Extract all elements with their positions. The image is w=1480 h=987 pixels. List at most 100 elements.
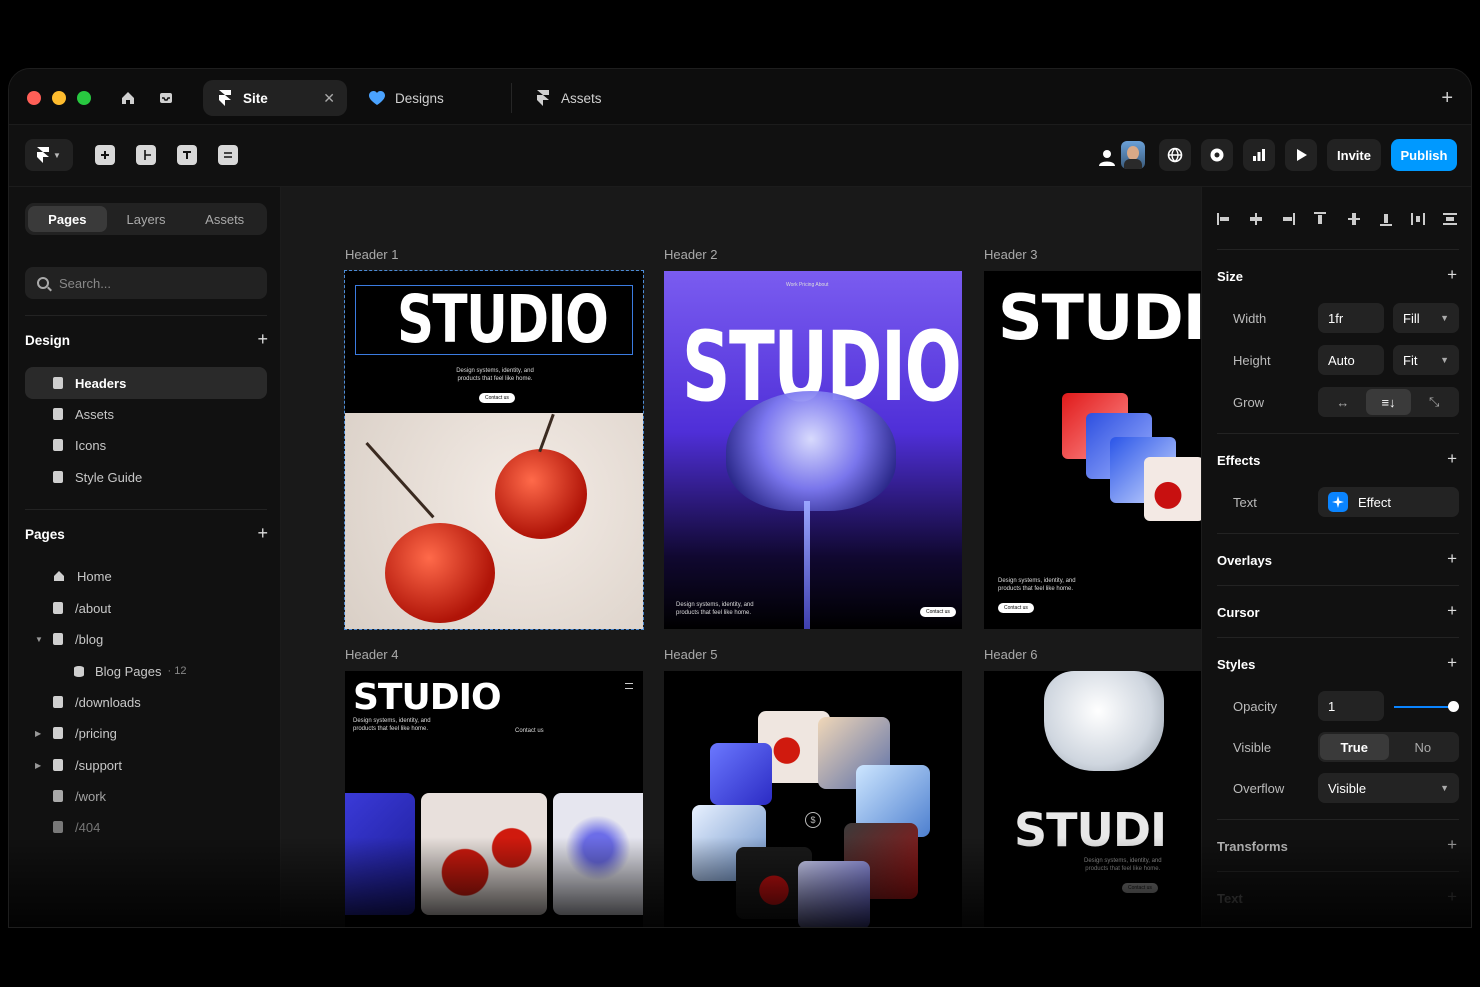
inbox-icon[interactable] [155, 87, 177, 109]
align-left-icon[interactable] [1216, 211, 1232, 227]
publish-button[interactable]: Publish [1391, 139, 1457, 171]
size-add-plus-icon[interactable]: + [1447, 265, 1457, 285]
sidebar-item-pricing[interactable]: ▶ /pricing [25, 717, 267, 749]
sidebar-item-support[interactable]: ▶ /support [25, 749, 267, 781]
text-add-plus-icon[interactable]: + [1447, 887, 1457, 907]
styles-add-plus-icon[interactable]: + [1447, 653, 1457, 673]
sidebar-item-downloads[interactable]: /downloads [25, 686, 267, 718]
sidebar-item-icons[interactable]: Icons [25, 429, 267, 461]
grow-both-icon[interactable]: ⤡ [1411, 389, 1457, 415]
width-input[interactable]: 1fr [1318, 303, 1384, 333]
overflow-select[interactable]: Visible ▼ [1318, 773, 1459, 803]
segment-pages[interactable]: Pages [28, 206, 107, 232]
user-icon[interactable] [1097, 147, 1117, 170]
grow-vertical-icon[interactable]: ≡↓ [1365, 389, 1412, 415]
opacity-slider-handle[interactable] [1448, 701, 1459, 712]
frame-header-6[interactable]: STUDI Design systems, identity, and produ… [984, 671, 1201, 927]
sidebar-item-blog-pages[interactable]: Blog Pages · 12 [25, 655, 267, 687]
frame-label[interactable]: Header 6 [984, 647, 1037, 662]
cms-database-icon[interactable] [218, 145, 238, 165]
item-label: /about [75, 600, 112, 616]
visible-no-option[interactable]: No [1389, 734, 1458, 760]
preview-settings-icon[interactable] [1201, 139, 1233, 171]
sidebar-item-style-guide[interactable]: Style Guide [25, 461, 267, 493]
tab-assets[interactable]: Assets [521, 80, 671, 116]
visible-true-option[interactable]: True [1320, 734, 1389, 760]
align-right-icon[interactable] [1280, 211, 1296, 227]
search-input[interactable]: Search... [25, 267, 267, 299]
caret-right-icon[interactable]: ▶ [35, 729, 41, 738]
frame-header-3[interactable]: STUDI Design systems, identity, and produ… [984, 271, 1201, 629]
invite-button[interactable]: Invite [1327, 139, 1381, 171]
home-icon[interactable] [117, 87, 139, 109]
frame-label[interactable]: Header 1 [345, 247, 398, 262]
page-icon [53, 471, 63, 483]
frame-label[interactable]: Header 5 [664, 647, 717, 662]
align-bottom-icon[interactable] [1378, 211, 1394, 227]
sidebar-item-headers[interactable]: Headers [25, 367, 267, 399]
globe-icon[interactable] [1159, 139, 1191, 171]
divider [25, 315, 267, 316]
divider [25, 509, 267, 510]
design-canvas[interactable]: Header 1 Header 2 Header 3 STUDIO Design… [281, 187, 1201, 927]
segment-assets[interactable]: Assets [185, 206, 264, 232]
insert-plus-icon[interactable] [95, 145, 115, 165]
grow-horizontal-icon[interactable]: ↔ [1320, 389, 1366, 415]
chevron-down-icon: ▼ [1440, 313, 1449, 323]
frame-header-4[interactable]: STUDIO Design systems, identity, and prod… [345, 671, 643, 927]
frame-label[interactable]: Header 3 [984, 247, 1037, 262]
frame-label[interactable]: Header 2 [664, 247, 717, 262]
sidebar-item-work[interactable]: /work [25, 780, 267, 812]
sidebar-item-blog[interactable]: ▼ /blog [25, 623, 267, 655]
minimize-window-button[interactable] [52, 91, 66, 105]
tab-designs[interactable]: Designs [355, 80, 505, 116]
align-center-v-icon[interactable] [1346, 211, 1362, 227]
avatar[interactable] [1121, 141, 1145, 169]
opacity-input[interactable]: 1 [1318, 691, 1384, 721]
text-section-title: Text [1217, 891, 1243, 906]
overlays-add-plus-icon[interactable]: + [1447, 549, 1457, 569]
analytics-chart-icon[interactable] [1243, 139, 1275, 171]
effect-select[interactable]: Effect [1318, 487, 1459, 517]
sidebar-item-404[interactable]: /404 [25, 811, 267, 843]
width-mode-select[interactable]: Fill ▼ [1393, 303, 1459, 333]
contact-button: Contact us [479, 393, 515, 403]
frame-header-5[interactable]: $ [664, 671, 962, 927]
distribute-horizontal-icon[interactable] [1410, 211, 1426, 227]
height-mode-select[interactable]: Fit ▼ [1393, 345, 1459, 375]
close-window-button[interactable] [27, 91, 41, 105]
cursor-add-plus-icon[interactable]: + [1447, 601, 1457, 621]
transforms-add-plus-icon[interactable]: + [1447, 835, 1457, 855]
close-tab-icon[interactable]: ✕ [323, 90, 335, 107]
tagline: Design systems, identity, and products th… [676, 602, 754, 616]
align-top-icon[interactable] [1312, 211, 1328, 227]
align-center-h-icon[interactable] [1248, 211, 1264, 227]
item-label: /404 [75, 819, 101, 835]
frame-header-2[interactable]: Work Pricing About STUDIO Design systems… [664, 271, 962, 629]
sidebar-item-home[interactable]: Home [25, 560, 267, 592]
home-icon [54, 571, 64, 581]
maximize-window-button[interactable] [77, 91, 91, 105]
caret-down-icon[interactable]: ▼ [35, 635, 43, 644]
segment-layers[interactable]: Layers [107, 206, 186, 232]
add-page-plus-icon[interactable]: + [257, 523, 268, 544]
new-tab-plus-icon[interactable]: + [1441, 87, 1453, 110]
effects-add-plus-icon[interactable]: + [1447, 449, 1457, 469]
text-tool-icon[interactable] [177, 145, 197, 165]
sidebar-item-assets[interactable]: Assets [25, 398, 267, 430]
distribute-vertical-icon[interactable] [1442, 211, 1458, 227]
add-design-page-plus-icon[interactable]: + [257, 329, 268, 350]
divider [1217, 637, 1459, 638]
frame-header-1[interactable]: STUDIO Design systems, identity, and prod… [344, 270, 644, 630]
item-label: /downloads [75, 694, 141, 710]
item-label: Assets [75, 406, 115, 422]
layout-grid-icon[interactable] [136, 145, 156, 165]
frame-label[interactable]: Header 4 [345, 647, 398, 662]
sidebar-item-about[interactable]: /about [25, 592, 267, 624]
main-menu-button[interactable]: ▼ [25, 139, 73, 171]
height-input[interactable]: Auto [1318, 345, 1384, 375]
tab-site[interactable]: Site ✕ [203, 80, 347, 116]
play-icon[interactable] [1285, 139, 1317, 171]
caret-right-icon[interactable]: ▶ [35, 761, 41, 770]
opacity-slider-track[interactable] [1394, 706, 1454, 708]
